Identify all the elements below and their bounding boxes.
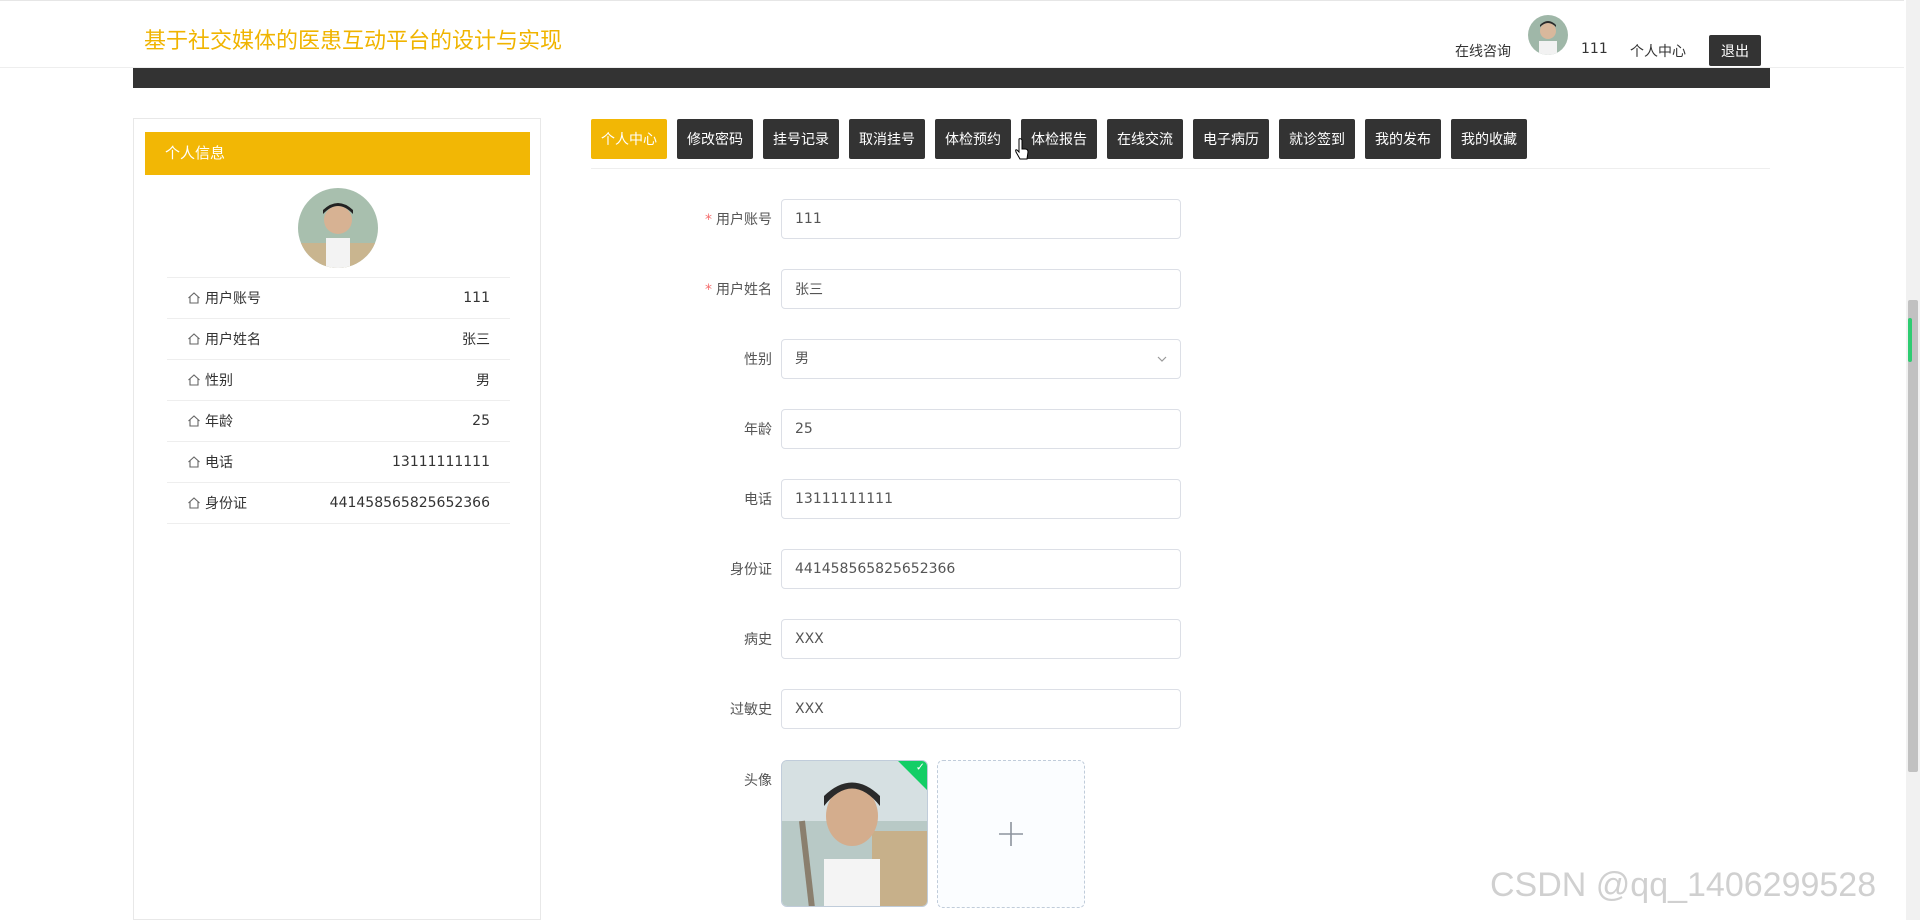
age-label: 年龄 [744,422,772,438]
tab-personal-center[interactable]: 个人中心 [591,119,667,159]
info-value: 13111111111 [392,454,490,470]
logout-button[interactable]: 退出 [1709,35,1761,66]
top-header: 基于社交媒体的医患互动平台的设计与实现 在线咨询 111 个人中心 退出 [0,0,1904,68]
allergy-label: 过敏史 [730,702,772,718]
tab-checkup-booking[interactable]: 体检预约 [935,119,1011,159]
tab-online-chat[interactable]: 在线交流 [1107,119,1183,159]
profile-panel-title: 个人信息 [145,132,530,175]
avatar-label: 头像 [744,773,772,789]
tab-cancel-registration[interactable]: 取消挂号 [849,119,925,159]
scroll-indicator [1908,318,1912,362]
tab-change-password[interactable]: 修改密码 [677,119,753,159]
home-icon [188,415,200,427]
check-icon: ✓ [915,760,925,774]
history-label: 病史 [744,632,772,648]
mouse-cursor-icon [1015,138,1029,160]
avatar-upload-thumbnail[interactable]: ✓ [781,760,928,907]
tab-checkup-report[interactable]: 体检报告 [1021,119,1097,159]
nav-online-consult[interactable]: 在线咨询 [1455,41,1511,61]
nav-personal-center[interactable]: 个人中心 [1630,41,1686,61]
phone-label: 电话 [744,492,772,508]
plus-icon [999,822,1023,846]
gender-selected-value: 男 [795,351,809,367]
name-label: * 用户姓名 [705,282,772,298]
list-item: 性别 男 [167,359,510,400]
site-title: 基于社交媒体的医患互动平台的设计与实现 [144,28,563,53]
page-scrollbar[interactable] [1906,0,1920,920]
info-label: 电话 [205,455,233,471]
info-value: 111 [463,290,490,306]
gender-label: 性别 [744,352,772,368]
username-label[interactable]: 111 [1581,41,1608,57]
tab-registration-records[interactable]: 挂号记录 [763,119,839,159]
account-field[interactable] [781,199,1181,239]
tab-medical-records[interactable]: 电子病历 [1193,119,1269,159]
info-label: 性别 [205,373,233,389]
required-mark: * [705,282,712,298]
tab-check-in[interactable]: 就诊签到 [1279,119,1355,159]
info-value: 男 [476,373,490,389]
avatar-upload-button[interactable] [937,760,1085,908]
tab-my-favorites[interactable]: 我的收藏 [1451,119,1527,159]
id-card-label: 身份证 [730,562,772,578]
required-mark: * [705,212,712,228]
info-value: 25 [472,413,490,429]
gender-select[interactable]: 男 [781,339,1181,379]
info-label: 身份证 [205,496,247,512]
chevron-down-icon [1157,356,1167,362]
age-field[interactable] [781,409,1181,449]
account-label: * 用户账号 [705,212,772,228]
info-value: 张三 [462,332,490,348]
phone-field[interactable] [781,479,1181,519]
tabs-divider [591,168,1770,169]
id-card-field[interactable] [781,549,1181,589]
scrollbar-thumb[interactable] [1908,300,1918,772]
info-label: 用户姓名 [205,332,261,348]
allergy-history-field[interactable] [781,689,1181,729]
info-value: 441458565825652366 [329,495,490,511]
home-icon [188,456,200,468]
home-icon [188,292,200,304]
profile-info-list: 用户账号 111 用户姓名 张三 性别 男 年龄 25 电话 131111111… [167,277,510,524]
avatar-photo [782,761,927,906]
user-avatar[interactable] [1528,15,1568,55]
profile-panel: 个人信息 用户账号 111 用户姓名 张三 性别 男 年龄 25 电话 1311… [133,118,541,920]
list-item: 年龄 25 [167,400,510,441]
tab-my-posts[interactable]: 我的发布 [1365,119,1441,159]
list-item: 用户姓名 张三 [167,318,510,359]
profile-avatar [298,188,378,268]
home-icon [188,374,200,386]
list-item: 身份证 441458565825652366 [167,482,510,524]
info-label: 用户账号 [205,291,261,307]
list-item: 用户账号 111 [167,277,510,318]
list-item: 电话 13111111111 [167,441,510,482]
info-label: 年龄 [205,414,233,430]
home-icon [188,333,200,345]
home-icon [188,497,200,509]
watermark: CSDN @qq_1406299528 [1490,866,1877,904]
medical-history-field[interactable] [781,619,1181,659]
name-field[interactable] [781,269,1181,309]
